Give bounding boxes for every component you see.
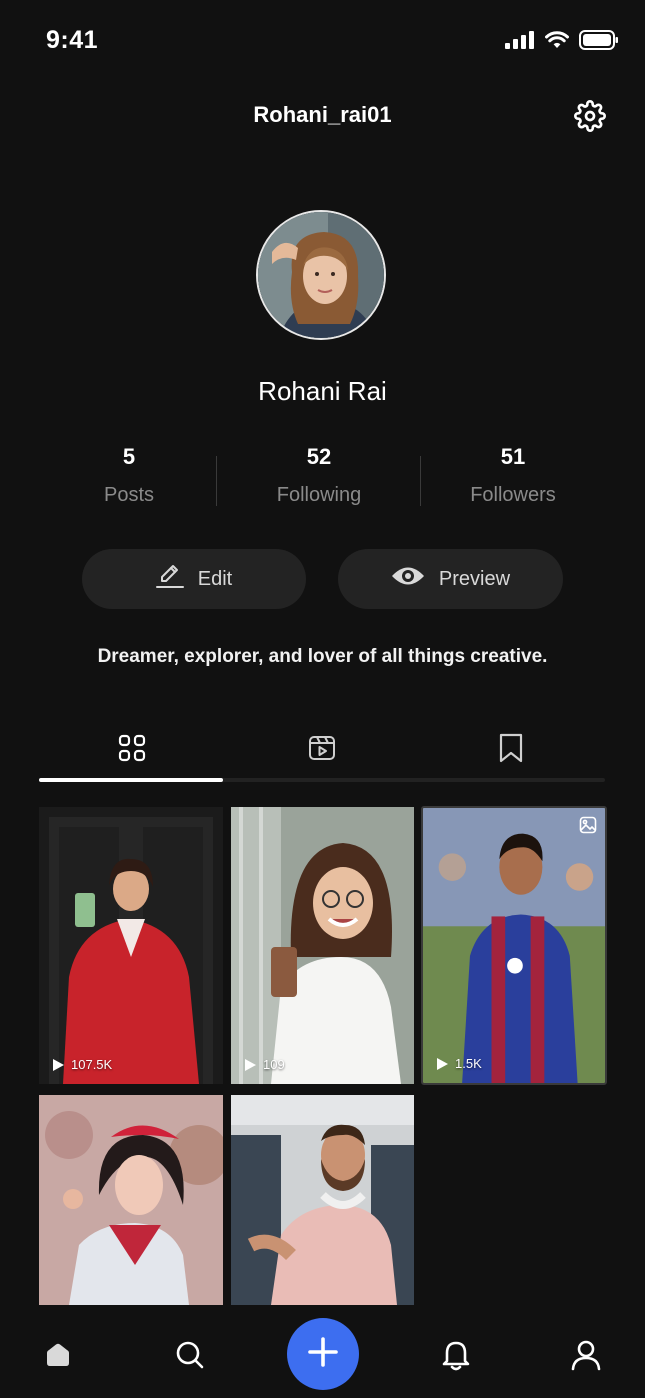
nav-home[interactable]	[38, 1337, 78, 1377]
nav-profile[interactable]	[566, 1337, 606, 1377]
post-image	[39, 807, 223, 1084]
content-tabs	[39, 722, 605, 782]
gear-icon	[574, 99, 606, 137]
stat-following[interactable]: 52 Following	[239, 444, 399, 507]
bell-icon	[441, 1339, 471, 1376]
wifi-icon	[545, 31, 569, 54]
post-thumbnail-3[interactable]: 1.5K	[421, 806, 607, 1085]
battery-icon	[579, 30, 619, 55]
stat-posts[interactable]: 5 Posts	[49, 444, 209, 507]
avatar-image	[258, 212, 384, 338]
edit-button-label: Edit	[197, 567, 233, 590]
stat-followers[interactable]: 51 Followers	[433, 444, 593, 507]
stat-value: 52	[306, 444, 332, 469]
image-icon	[579, 816, 597, 839]
play-icon	[245, 1058, 256, 1071]
tab-saved[interactable]	[491, 730, 531, 770]
reels-icon	[308, 734, 336, 767]
tab-grid[interactable]	[112, 730, 152, 770]
nav-notifications[interactable]	[436, 1337, 476, 1377]
edit-profile-button[interactable]: Edit	[82, 549, 306, 609]
post-thumbnail-4[interactable]	[39, 1095, 223, 1305]
profile-bio: Dreamer, explorer, and lover of all thin…	[97, 646, 548, 667]
status-time: 9:41	[46, 26, 99, 54]
nav-search[interactable]	[170, 1337, 210, 1377]
post-thumbnail-5[interactable]	[231, 1095, 414, 1305]
settings-button[interactable]	[572, 99, 608, 137]
profile-username: Rohani_rai01	[253, 102, 392, 127]
view-count: 107.5K	[51, 1057, 112, 1072]
stat-label: Posts	[103, 484, 155, 506]
view-count-label: 107.5K	[71, 1057, 113, 1072]
tab-active-indicator	[39, 778, 223, 782]
status-icons	[505, 30, 619, 55]
home-icon	[44, 1342, 72, 1373]
tab-reels[interactable]	[302, 730, 342, 770]
post-image	[231, 807, 414, 1084]
stat-divider	[420, 456, 421, 506]
preview-button-label: Preview	[438, 567, 511, 590]
stat-label: Followers	[470, 484, 556, 506]
pencil-icon	[155, 563, 184, 595]
eye-icon	[391, 565, 425, 593]
preview-profile-button[interactable]: Preview	[338, 549, 563, 609]
search-icon	[175, 1340, 205, 1375]
user-icon	[571, 1339, 601, 1376]
plus-icon	[307, 1336, 339, 1373]
post-image	[423, 808, 605, 1083]
view-count-label: 1.5K	[455, 1056, 482, 1071]
play-icon	[53, 1058, 64, 1071]
grid-icon	[118, 734, 146, 767]
view-count: 109	[243, 1057, 285, 1072]
stat-label: Following	[276, 484, 362, 506]
view-count: 1.5K	[435, 1056, 482, 1071]
post-image	[39, 1095, 223, 1305]
create-post-button[interactable]	[287, 1318, 359, 1390]
bookmark-icon	[498, 732, 524, 769]
bottom-navigation	[0, 1305, 645, 1398]
post-image	[231, 1095, 414, 1305]
status-bar: 9:41	[0, 0, 645, 80]
post-thumbnail-2[interactable]: 109	[231, 807, 414, 1084]
cellular-signal-icon	[505, 31, 535, 54]
profile-name: Rohani Rai	[258, 376, 387, 406]
stat-divider	[216, 456, 217, 506]
profile-avatar[interactable]	[256, 210, 386, 340]
view-count-label: 109	[263, 1057, 285, 1072]
stat-value: 51	[500, 444, 526, 469]
play-icon	[437, 1057, 448, 1070]
stat-value: 5	[122, 444, 136, 469]
post-thumbnail-1[interactable]: 107.5K	[39, 807, 223, 1084]
